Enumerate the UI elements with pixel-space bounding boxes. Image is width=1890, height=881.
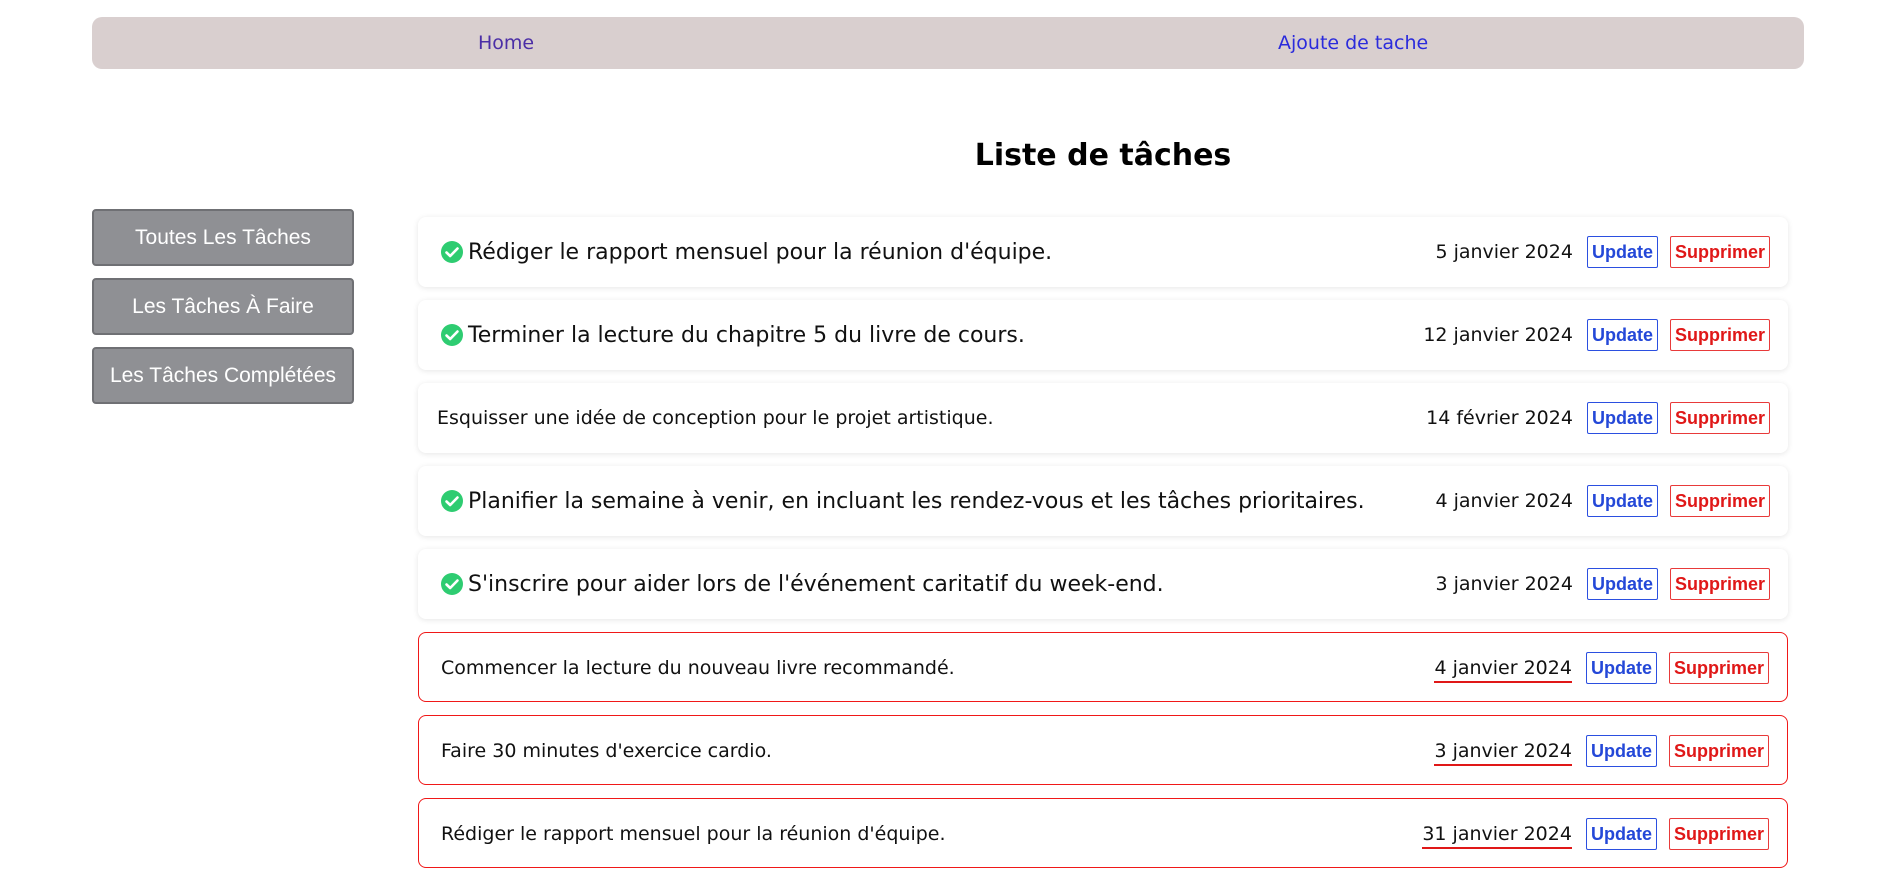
task-item: Terminer la lecture du chapitre 5 du liv… (418, 300, 1788, 370)
update-button[interactable]: Update (1586, 402, 1658, 434)
task-content: Esquisser une idée de conception pour le… (437, 383, 994, 453)
task-content: Faire 30 minutes d'exercice cardio. (441, 716, 772, 786)
delete-button[interactable]: Supprimer (1668, 818, 1769, 850)
task-date: 12 janvier 2024 (1423, 324, 1573, 346)
task-item: Rédiger le rapport mensuel pour la réuni… (418, 798, 1788, 868)
nav-add-task-link[interactable]: Ajoute de tache (1278, 17, 1428, 69)
filter-all-tasks-button[interactable]: Toutes Les Tâches (92, 209, 354, 266)
task-item: Rédiger le rapport mensuel pour la réuni… (418, 217, 1788, 287)
filter-todo-tasks-button[interactable]: Les Tâches À Faire (92, 278, 354, 335)
task-text: Rédiger le rapport mensuel pour la réuni… (441, 823, 946, 845)
update-button[interactable]: Update (1585, 818, 1657, 850)
check-circle-icon (441, 241, 463, 263)
task-actions: 12 janvier 2024 Update Supprimer (1423, 300, 1770, 370)
task-content: Rédiger le rapport mensuel pour la réuni… (441, 799, 946, 869)
filter-completed-tasks-button[interactable]: Les Tâches Complétées (92, 347, 354, 404)
task-list: Rédiger le rapport mensuel pour la réuni… (418, 217, 1788, 881)
sidebar: Toutes Les Tâches Les Tâches À Faire Les… (92, 209, 354, 416)
task-actions: 5 janvier 2024 Update Supprimer (1435, 217, 1770, 287)
nav-home-link[interactable]: Home (478, 17, 534, 69)
task-text: Terminer la lecture du chapitre 5 du liv… (468, 322, 1025, 348)
delete-button[interactable]: Supprimer (1669, 319, 1770, 351)
delete-button[interactable]: Supprimer (1669, 485, 1770, 517)
update-button[interactable]: Update (1586, 568, 1658, 600)
task-text: Faire 30 minutes d'exercice cardio. (441, 740, 772, 762)
task-date: 31 janvier 2024 (1422, 823, 1572, 849)
task-content: Commencer la lecture du nouveau livre re… (441, 633, 955, 703)
task-text: Esquisser une idée de conception pour le… (437, 407, 994, 429)
task-actions: 4 janvier 2024 Update Supprimer (1434, 633, 1769, 703)
update-button[interactable]: Update (1585, 735, 1657, 767)
task-item: S'inscrire pour aider lors de l'événemen… (418, 549, 1788, 619)
update-button[interactable]: Update (1586, 319, 1658, 351)
task-date: 14 février 2024 (1426, 407, 1573, 429)
delete-button[interactable]: Supprimer (1669, 568, 1770, 600)
task-text: Planifier la semaine à venir, en incluan… (468, 488, 1365, 514)
task-date: 4 janvier 2024 (1435, 490, 1573, 512)
task-item: Commencer la lecture du nouveau livre re… (418, 632, 1788, 702)
task-text: S'inscrire pour aider lors de l'événemen… (468, 571, 1164, 597)
task-date: 5 janvier 2024 (1435, 241, 1573, 263)
task-actions: 3 janvier 2024 Update Supprimer (1435, 549, 1770, 619)
check-circle-icon (441, 324, 463, 346)
task-actions: 4 janvier 2024 Update Supprimer (1435, 466, 1770, 536)
task-actions: 31 janvier 2024 Update Supprimer (1422, 799, 1769, 869)
task-text: Rédiger le rapport mensuel pour la réuni… (468, 239, 1053, 265)
task-date: 3 janvier 2024 (1434, 740, 1572, 766)
update-button[interactable]: Update (1585, 652, 1657, 684)
task-content: S'inscrire pour aider lors de l'événemen… (440, 549, 1164, 619)
task-content: Terminer la lecture du chapitre 5 du liv… (440, 300, 1025, 370)
task-actions: 14 février 2024 Update Supprimer (1426, 383, 1770, 453)
check-circle-icon (441, 490, 463, 512)
page-title: Liste de tâches (974, 138, 1232, 173)
task-date: 3 janvier 2024 (1435, 573, 1573, 595)
task-item: Faire 30 minutes d'exercice cardio. 3 ja… (418, 715, 1788, 785)
navbar: Home Ajoute de tache (92, 17, 1804, 69)
delete-button[interactable]: Supprimer (1669, 236, 1770, 268)
delete-button[interactable]: Supprimer (1669, 402, 1770, 434)
task-content: Rédiger le rapport mensuel pour la réuni… (440, 217, 1052, 287)
update-button[interactable]: Update (1586, 236, 1658, 268)
task-date: 4 janvier 2024 (1434, 657, 1572, 683)
delete-button[interactable]: Supprimer (1668, 735, 1769, 767)
task-actions: 3 janvier 2024 Update Supprimer (1434, 716, 1769, 786)
task-item: Planifier la semaine à venir, en incluan… (418, 466, 1788, 536)
delete-button[interactable]: Supprimer (1668, 652, 1769, 684)
check-circle-icon (441, 573, 463, 595)
update-button[interactable]: Update (1586, 485, 1658, 517)
task-content: Planifier la semaine à venir, en incluan… (440, 466, 1365, 536)
task-text: Commencer la lecture du nouveau livre re… (441, 657, 955, 679)
task-item: Esquisser une idée de conception pour le… (418, 383, 1788, 453)
